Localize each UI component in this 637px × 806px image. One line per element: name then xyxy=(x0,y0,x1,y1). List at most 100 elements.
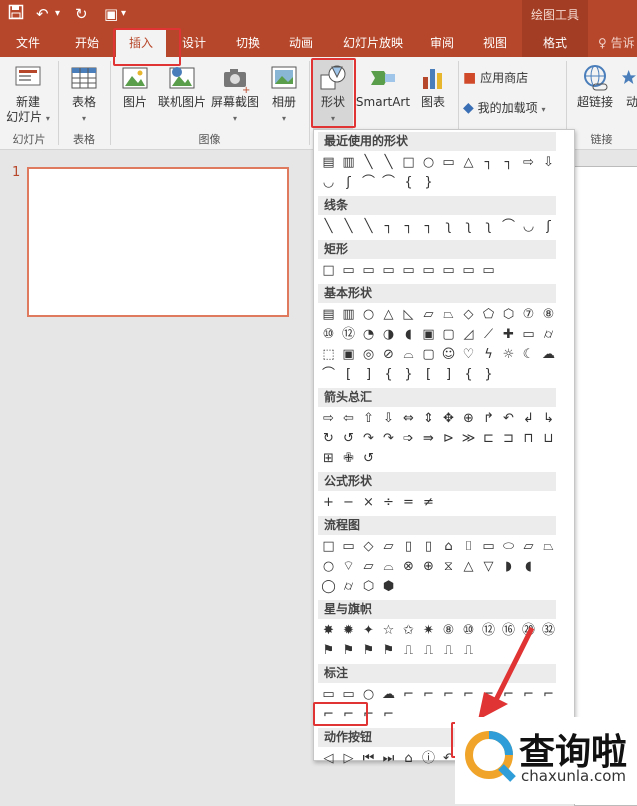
shape-option[interactable]: ▭ xyxy=(340,686,357,703)
shape-option[interactable]: ⌔ xyxy=(340,558,357,575)
shape-option[interactable]: ▭ xyxy=(480,538,497,555)
shape-option[interactable]: ✷ xyxy=(420,622,437,639)
shape-option[interactable]: ⎍ xyxy=(440,642,457,659)
shape-option[interactable]: ⎍ xyxy=(400,642,417,659)
shape-option[interactable]: ⏢ xyxy=(440,306,457,323)
shape-option[interactable]: { xyxy=(460,366,477,383)
tell-me-box[interactable]: ♀ 告诉 xyxy=(598,30,635,57)
shape-option[interactable]: ▽ xyxy=(480,558,497,575)
undo-dropdown-icon[interactable]: ▾ xyxy=(55,4,60,24)
shape-option[interactable]: ⑧ xyxy=(440,622,457,639)
photo-album-button[interactable]: 相册 ▾ xyxy=(264,59,304,129)
shape-option[interactable]: } xyxy=(420,174,437,191)
shape-option[interactable]: ○ xyxy=(360,306,377,323)
shape-option[interactable]: ⎍ xyxy=(420,642,437,659)
tab-file[interactable]: 文件 xyxy=(6,30,50,57)
shape-option[interactable]: ⌐ xyxy=(400,686,417,703)
shape-option[interactable]: ◎ xyxy=(360,346,377,363)
shape-option[interactable]: ○ xyxy=(420,154,437,171)
shape-option[interactable]: ⊗ xyxy=(400,558,417,575)
shape-option[interactable]: ⑩ xyxy=(320,326,337,343)
tab-review[interactable]: 审阅 xyxy=(420,30,464,57)
shape-option[interactable]: ☁ xyxy=(540,346,557,363)
shape-option[interactable]: ▤ xyxy=(320,306,337,323)
shape-option[interactable]: ╲ xyxy=(360,154,377,171)
shape-option[interactable]: [ xyxy=(340,366,357,383)
shape-option[interactable]: ◖ xyxy=(400,326,417,343)
shape-option[interactable]: ♡ xyxy=(460,346,477,363)
shape-option[interactable]: ϟ xyxy=(480,346,497,363)
shape-option[interactable]: ⌂ xyxy=(400,750,417,767)
chart-button[interactable]: 图表 xyxy=(413,59,453,129)
shape-option[interactable]: ▤ xyxy=(320,154,337,171)
shape-option[interactable]: ↱ xyxy=(480,410,497,427)
action-button[interactable]: 动 xyxy=(620,59,637,129)
shape-option[interactable]: ⌂ xyxy=(440,538,457,555)
shape-option[interactable]: ☆ xyxy=(380,622,397,639)
shape-option[interactable]: ⌷ xyxy=(460,538,477,555)
shape-option[interactable]: } xyxy=(480,366,497,383)
shape-option[interactable]: ◔ xyxy=(360,326,377,343)
shape-option[interactable]: ▯ xyxy=(400,538,417,555)
shape-option[interactable]: ⇛ xyxy=(420,430,437,447)
shape-option[interactable]: − xyxy=(340,494,357,511)
shape-option[interactable]: ◗ xyxy=(500,558,517,575)
shape-option[interactable]: ʅ xyxy=(480,218,497,235)
shape-option[interactable]: ▭ xyxy=(480,262,497,279)
shape-option[interactable]: ▭ xyxy=(520,326,537,343)
shape-option[interactable]: ◇ xyxy=(360,538,377,555)
shape-option[interactable]: ʃ xyxy=(340,174,357,191)
hyperlink-button[interactable]: 超链接 xyxy=(572,59,618,129)
shape-option[interactable]: ✙ xyxy=(340,450,357,467)
shape-option[interactable]: ⌭ xyxy=(540,326,557,343)
shape-option[interactable]: △ xyxy=(460,154,477,171)
shape-option[interactable]: □ xyxy=(320,538,337,555)
shape-option[interactable]: ⇩ xyxy=(540,154,557,171)
shape-option[interactable]: ⇦ xyxy=(340,410,357,427)
shape-option[interactable]: ↳ xyxy=(540,410,557,427)
shape-option[interactable]: ▣ xyxy=(340,346,357,363)
shape-option[interactable]: ┐ xyxy=(400,218,417,235)
shape-option[interactable]: ↺ xyxy=(360,450,377,467)
shape-option[interactable]: { xyxy=(380,366,397,383)
shape-option[interactable]: ╲ xyxy=(360,218,377,235)
shape-option[interactable]: ≠ xyxy=(420,494,437,511)
shape-option[interactable]: ⊏ xyxy=(480,430,497,447)
shape-option[interactable]: ⊘ xyxy=(380,346,397,363)
shape-option[interactable]: ✸ xyxy=(320,622,337,639)
shape-option[interactable]: ╲ xyxy=(380,154,397,171)
shape-option[interactable]: ⚑ xyxy=(340,642,357,659)
shape-option[interactable]: ⑦ xyxy=(520,306,537,323)
shape-option[interactable]: ◑ xyxy=(380,326,397,343)
shape-option[interactable]: ⊓ xyxy=(520,430,537,447)
shape-option[interactable]: ⊐ xyxy=(500,430,517,447)
shape-option[interactable]: ⌓ xyxy=(380,558,397,575)
shape-option[interactable]: ▣ xyxy=(420,326,437,343)
slide-thumbnail[interactable] xyxy=(27,167,289,317)
shape-option[interactable]: ┐ xyxy=(480,154,497,171)
shape-option[interactable]: ┐ xyxy=(380,218,397,235)
shape-option[interactable]: ☁ xyxy=(380,686,397,703)
shape-option[interactable]: ✥ xyxy=(440,410,457,427)
shape-option[interactable]: ⬭ xyxy=(500,538,517,555)
shape-option[interactable]: ⚑ xyxy=(360,642,377,659)
shape-option[interactable]: ▭ xyxy=(420,262,437,279)
shape-option[interactable]: ▢ xyxy=(440,326,457,343)
shape-option[interactable]: ▷ xyxy=(340,750,357,767)
shape-option[interactable]: ◇ xyxy=(460,306,477,323)
shape-option[interactable]: △ xyxy=(460,558,477,575)
table-button[interactable]: 表格 ▾ xyxy=(64,59,104,129)
shape-option[interactable]: × xyxy=(360,494,377,511)
shape-option[interactable]: ÷ xyxy=(380,494,397,511)
shape-option[interactable]: ⇨ xyxy=(320,410,337,427)
shape-option[interactable]: ⚑ xyxy=(320,642,337,659)
shape-option[interactable]: ▥ xyxy=(340,306,357,323)
shape-option[interactable]: ○ xyxy=(360,686,377,703)
shape-option[interactable]: ▥ xyxy=(340,154,357,171)
shape-option[interactable]: ⏮ xyxy=(360,750,377,767)
shape-option[interactable]: ✹ xyxy=(340,622,357,639)
shape-option[interactable]: ◿ xyxy=(460,326,477,343)
tab-transitions[interactable]: 切换 xyxy=(226,30,270,57)
shape-option[interactable]: ➩ xyxy=(400,430,417,447)
shape-option[interactable]: ◡ xyxy=(320,174,337,191)
